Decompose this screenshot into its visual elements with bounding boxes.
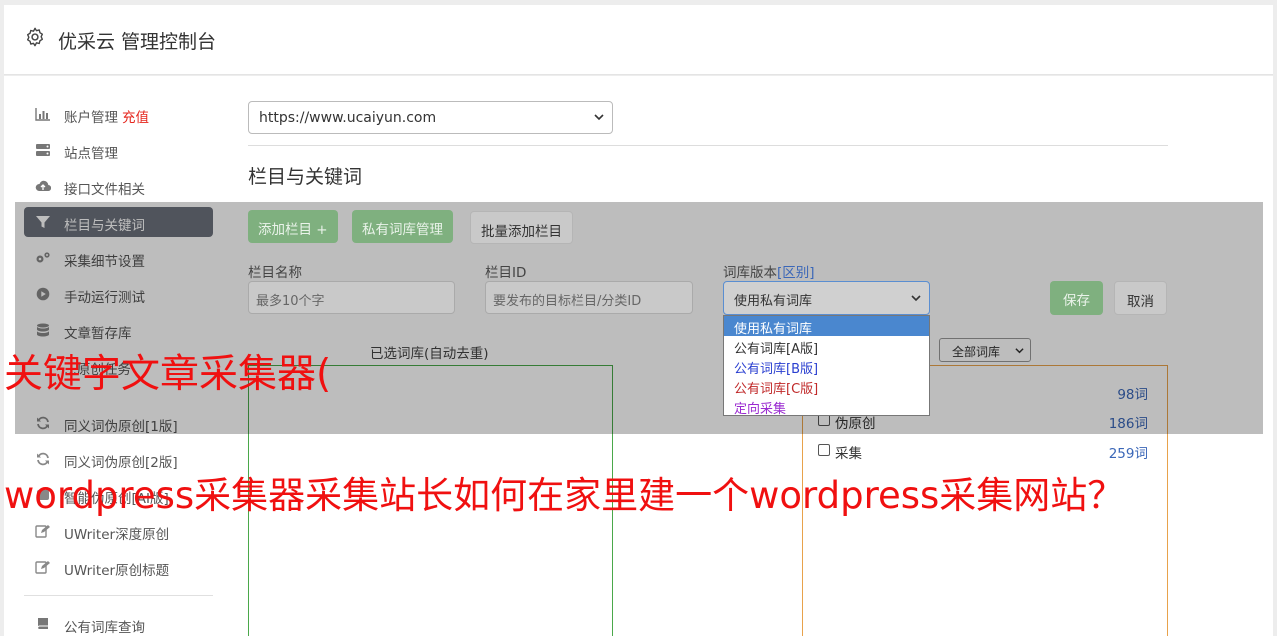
column-id-label: 栏目ID [485, 265, 527, 281]
server-icon [36, 144, 50, 156]
cloud-upload-icon [35, 180, 51, 192]
version-label: 词库版本[区别] [723, 261, 815, 281]
book-icon [37, 618, 48, 629]
recharge-link[interactable]: 充值 [122, 110, 149, 126]
version-select-value: 使用私有词库 [734, 294, 813, 309]
sidebar-item-label: UWriter原创标题 [64, 563, 170, 579]
sidebar-item-uwriter-title[interactable]: UWriter原创标题 [24, 552, 213, 582]
sidebar-item-label: 接口文件相关 [64, 182, 145, 198]
chevron-down-icon [911, 295, 921, 302]
dropdown-option[interactable]: 使用私有词库 [724, 316, 929, 337]
column-name-label: 栏目名称 [248, 265, 302, 281]
lib-name: 采集 [835, 446, 862, 462]
sidebar-divider [24, 595, 213, 596]
sidebar-item-label: 公有词库查询 [64, 620, 145, 636]
bar-chart-icon [35, 108, 50, 121]
edit-icon [35, 525, 50, 538]
batch-add-button[interactable]: 批量添加栏目 [470, 211, 573, 244]
sidebar-item-label: 账户管理 [64, 110, 118, 126]
app-header: 优采云 管理控制台 [4, 5, 1273, 75]
site-select[interactable]: https://www.ucaiyun.com [248, 101, 613, 134]
sidebar-item-uwriter-deep[interactable]: UWriter深度原创 [24, 516, 213, 546]
sidebar-item-public-lib[interactable]: 公有词库查询 [24, 609, 213, 636]
dropdown-option[interactable]: 公有词库[C版] [724, 376, 929, 397]
private-lib-button[interactable]: 私有词库管理 [352, 210, 453, 243]
sidebar-item-label: UWriter深度原创 [64, 527, 170, 543]
sidebar-item-label: 站点管理 [64, 146, 118, 162]
watermark-line2: wordpress采集器采集站长如何在家里建一个wordpress采集网站？ [4, 474, 1125, 517]
sidebar-item-account[interactable]: 账户管理 充值 [24, 99, 213, 129]
version-dropdown: 使用私有词库 公有词库[A版] 公有词库[B版] 公有词库[C版] 定向采集 [723, 315, 930, 417]
version-select[interactable]: 使用私有词库 [723, 281, 930, 315]
dropdown-option[interactable]: 公有词库[B版] [724, 356, 929, 377]
lib-count: 259词 [1108, 446, 1148, 462]
dropdown-option[interactable]: 公有词库[A版] [724, 336, 929, 357]
version-diff-link[interactable]: [区别] [777, 265, 815, 281]
sidebar-item-interface[interactable]: 接口文件相关 [24, 171, 213, 201]
page-title: 栏目与关键词 [248, 166, 363, 188]
edit-icon [35, 561, 50, 574]
gear-icon [26, 27, 44, 47]
watermark-line1: 关键字文章采集器( [4, 352, 332, 397]
modal-overlay [15, 202, 1263, 434]
column-id-input[interactable]: 要发布的目标栏目/分类ID [485, 281, 693, 314]
app-title: 优采云 管理控制台 [58, 31, 217, 53]
refresh-icon [37, 452, 49, 466]
site-select-value: https://www.ucaiyun.com [259, 110, 437, 126]
sidebar-item-sites[interactable]: 站点管理 [24, 135, 213, 165]
lib-checkbox[interactable] [818, 444, 830, 456]
chevron-down-icon [594, 114, 604, 121]
cancel-button[interactable]: 取消 [1114, 281, 1167, 315]
divider [248, 145, 1168, 146]
save-button[interactable]: 保存 [1050, 281, 1103, 315]
lib-row[interactable]: 采集 259词 [818, 441, 1150, 462]
version-label-text: 词库版本 [723, 265, 777, 281]
column-name-input[interactable]: 最多10个字 [248, 281, 455, 314]
dropdown-option[interactable]: 定向采集 [724, 396, 929, 417]
add-column-button[interactable]: 添加栏目 + [248, 210, 338, 243]
